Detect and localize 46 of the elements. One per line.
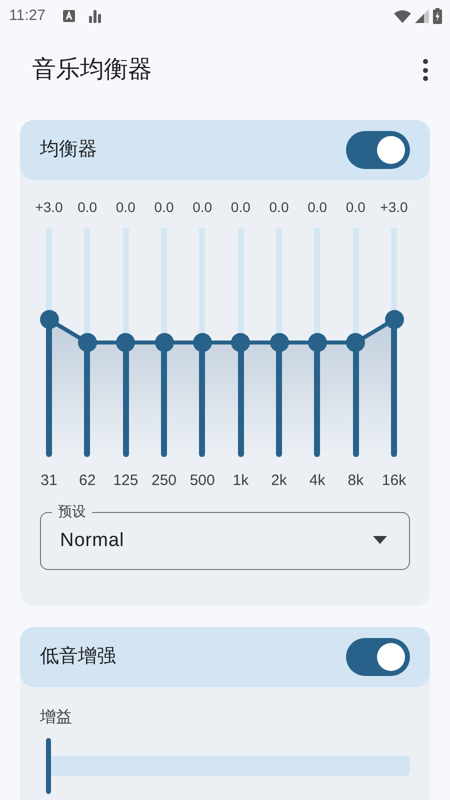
band-frequency: 2k: [270, 471, 288, 491]
wifi-icon: [394, 10, 411, 22]
toggle-switch[interactable]: [346, 638, 410, 676]
band-frequency: 16k: [380, 471, 408, 491]
status-time: 11:27: [9, 6, 46, 26]
eq-band-slider[interactable]: [230, 228, 251, 457]
band-gain-value: +3.0: [34, 198, 64, 217]
card-title: 低音增强: [40, 644, 116, 669]
notification-box-icon: [63, 10, 76, 22]
band-gain-value: 0.0: [230, 198, 252, 217]
eq-band-slider[interactable]: [307, 228, 328, 457]
band-frequency: 62: [78, 471, 97, 491]
more-options-icon[interactable]: [422, 59, 428, 81]
band-frequency: 250: [150, 471, 178, 491]
band-gain-value: 0.0: [344, 198, 366, 217]
eq-band-slider[interactable]: [346, 228, 366, 457]
eq-band-slider[interactable]: [384, 228, 404, 457]
card-title: 均衡器: [40, 138, 97, 162]
band-frequency: 8k: [346, 471, 365, 491]
battery-icon: [433, 8, 442, 24]
band-frequency: 31: [40, 471, 58, 491]
eq-band-slider[interactable]: [154, 228, 174, 457]
band-gain-value: +3.0: [379, 198, 409, 217]
eq-band-slider[interactable]: [116, 228, 136, 457]
band-gain-value: 0.0: [268, 198, 290, 217]
band-frequency: 125: [112, 471, 140, 491]
app-title: 音乐均衡器: [32, 55, 152, 85]
band-frequency: 1k: [232, 471, 250, 491]
dropdown-value: Normal: [60, 530, 124, 551]
eq-band-slider[interactable]: [192, 228, 212, 457]
dropdown-caret-icon: [373, 536, 387, 544]
gain-slider[interactable]: [48, 738, 410, 794]
band-gain-value: 0.0: [114, 198, 136, 217]
eq-band-slider[interactable]: [39, 228, 59, 457]
band-gain-value: 0.0: [76, 198, 98, 217]
band-gain-value: 0.0: [192, 198, 214, 217]
band-frequency: 4k: [308, 471, 326, 491]
cell-signal-icon: [415, 9, 429, 23]
band-frequency: 500: [188, 471, 216, 491]
bars-icon: [89, 10, 102, 22]
eq-band-slider[interactable]: [269, 228, 289, 457]
band-gain-value: 0.0: [306, 198, 328, 217]
gain-label: 增益: [39, 708, 73, 728]
band-gain-value: 0.0: [153, 198, 175, 217]
eq-band-slider[interactable]: [77, 228, 98, 457]
toggle-switch[interactable]: [346, 131, 410, 169]
